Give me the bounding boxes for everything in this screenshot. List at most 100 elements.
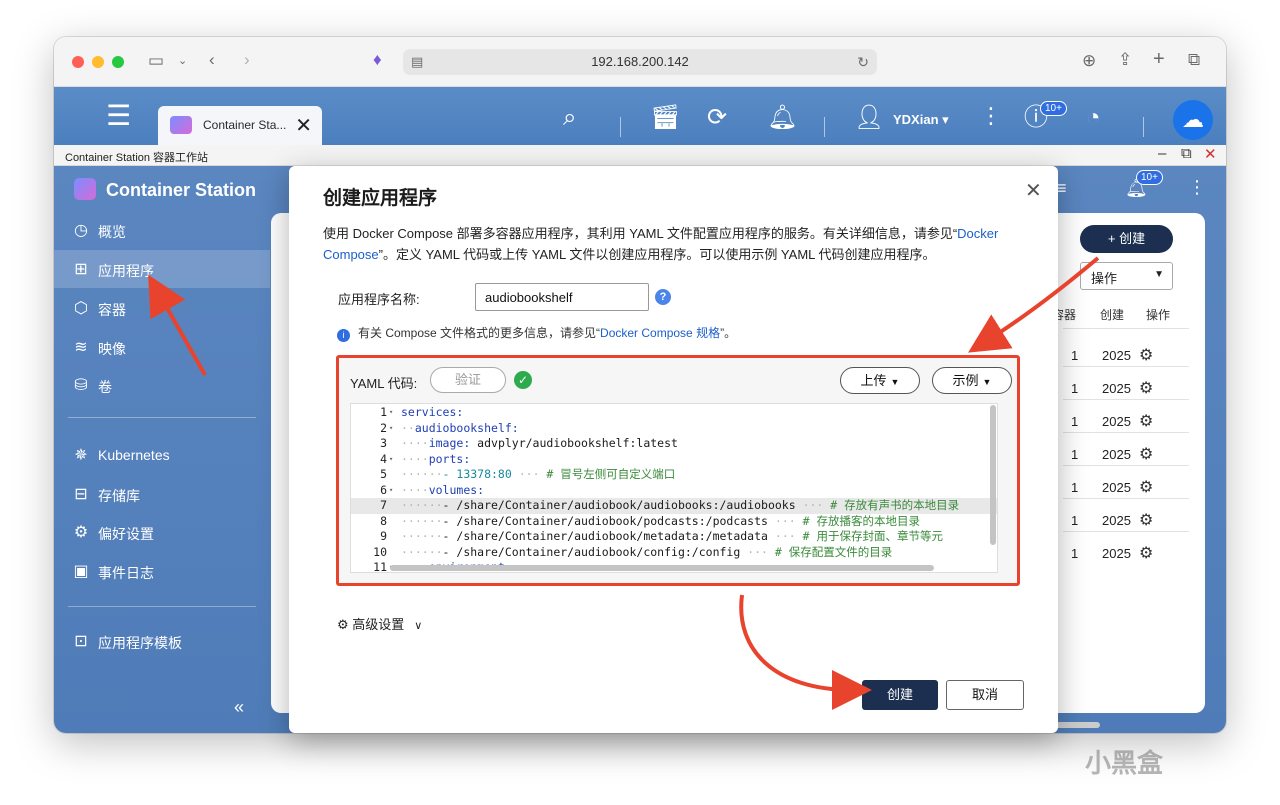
sidebar-item-event-log[interactable]: ▣ 事件日志	[54, 552, 270, 590]
gear-icon[interactable]: ⚙	[1139, 345, 1153, 365]
apps-icon: ⊞	[74, 261, 88, 278]
qts-top-bar: ☰ Container Sta... ✕ ⌕ 🎬︎ ⟳ 🔔︎ 👤︎ YDXian…	[54, 87, 1226, 145]
layers-icon: ≋	[74, 339, 88, 356]
more-vertical-icon[interactable]: ⋮	[1188, 177, 1206, 198]
reload-icon[interactable]: ↻	[857, 52, 869, 72]
dialog-close-icon[interactable]: ✕	[1025, 178, 1042, 203]
cell-containers: 1	[1071, 546, 1079, 561]
chevron-down-icon[interactable]: ⌄	[178, 51, 187, 71]
gear-icon[interactable]: ⚙	[1139, 477, 1153, 497]
sidebar-item-images[interactable]: ≋ 映像	[54, 328, 270, 366]
safari-toolbar: ▭ ⌄ ‹ › ♦ ▤ 192.168.200.142 ↻ ⊕ ⇪ + ⧉	[54, 37, 1226, 87]
dialog-title: 创建应用程序	[323, 188, 438, 209]
bell-icon[interactable]: 🔔︎	[767, 105, 797, 131]
cell-created: 2025	[1102, 480, 1131, 495]
more-vertical-icon[interactable]: ⋮	[980, 103, 1002, 129]
sync-icon[interactable]: ⟳	[707, 105, 727, 131]
help-icon[interactable]: ?	[655, 289, 671, 305]
advanced-settings-toggle[interactable]: ⚙ 高级设置 ∨	[337, 614, 422, 633]
column-header-created[interactable]: 创建	[1100, 306, 1124, 323]
restore-icon[interactable]: ⧉	[1181, 145, 1192, 162]
info-text: 有关 Compose 文件格式的更多信息，请参见“	[358, 326, 601, 340]
sidebar-item-label: 应用程序	[98, 263, 154, 279]
volume-icon: ⛁	[74, 377, 88, 394]
gear-icon[interactable]: ⚙	[1139, 543, 1153, 563]
user-name-text: YDXian	[893, 112, 939, 127]
divider	[68, 606, 256, 607]
cell-created: 2025	[1102, 381, 1131, 396]
separator	[620, 117, 621, 137]
watermark-logo: 小黑盒	[1085, 743, 1163, 780]
minimize-icon[interactable]: –	[1158, 145, 1166, 162]
new-tab-icon[interactable]: +	[1153, 49, 1165, 69]
user-name[interactable]: YDXian ▾	[893, 112, 949, 128]
create-button[interactable]: 创建	[862, 680, 938, 710]
compose-spec-link[interactable]: Docker Compose 规格	[600, 326, 720, 340]
notification-badge: 10+	[1040, 101, 1067, 116]
cell-containers: 1	[1071, 513, 1079, 528]
tab-container-station[interactable]: Container Sta... ✕	[158, 106, 322, 145]
sidebar-item-app-templates[interactable]: ⊡ 应用程序模板	[54, 622, 270, 660]
minimize-window-button[interactable]	[92, 56, 104, 68]
tab-overview-icon[interactable]: ⧉	[1188, 50, 1200, 70]
description-text: 使用 Docker Compose 部署多容器应用程序，其利用 YAML 文件配…	[323, 226, 958, 241]
sidebar-toggle-icon[interactable]: ▭	[148, 51, 164, 71]
gear-icon[interactable]: ⚙	[1139, 444, 1153, 464]
gear-icon[interactable]: ⚙	[1139, 411, 1153, 431]
cell-created: 2025	[1102, 513, 1131, 528]
container-icon: ⬡	[74, 300, 88, 317]
gear-icon[interactable]: ⚙	[1139, 378, 1153, 398]
action-select[interactable]: 操作 ▼	[1080, 262, 1173, 290]
sidebar-item-label: 存储库	[98, 488, 140, 504]
zoom-window-button[interactable]	[112, 56, 124, 68]
cell-created: 2025	[1102, 348, 1131, 363]
sidebar-item-applications[interactable]: ⊞ 应用程序	[54, 250, 270, 288]
cell-containers: 1	[1071, 348, 1079, 363]
close-icon[interactable]: ✕	[1204, 145, 1217, 163]
back-icon[interactable]: ‹	[209, 50, 215, 70]
sidebar-item-volumes[interactable]: ⛁ 卷	[54, 366, 270, 404]
collapse-sidebar-icon[interactable]: «	[234, 697, 244, 718]
table-divider	[1063, 399, 1189, 400]
sidebar-item-preferences[interactable]: ⚙ 偏好设置	[54, 513, 270, 551]
cancel-button[interactable]: 取消	[946, 680, 1024, 710]
registry-icon: ⊟	[74, 486, 88, 503]
create-app-button[interactable]: + 创建	[1080, 225, 1173, 253]
search-icon[interactable]: ⌕	[563, 105, 576, 131]
clapper-icon[interactable]: 🎬︎	[650, 105, 680, 131]
user-avatar-icon[interactable]: 👤︎	[854, 105, 884, 131]
address-bar[interactable]: ▤ 192.168.200.142 ↻	[403, 49, 877, 75]
app-strip-title: Container Station 容器工作站	[65, 152, 209, 164]
annotation-highlight-box	[336, 355, 1020, 586]
close-window-button[interactable]	[72, 56, 84, 68]
dashboard-icon: ◷	[74, 222, 88, 239]
url-text: 192.168.200.142	[591, 54, 689, 69]
resource-monitor-icon[interactable]: ◔	[1086, 105, 1101, 131]
separator	[824, 117, 825, 137]
gear-icon: ⚙	[337, 617, 349, 632]
menu-icon[interactable]: ☰	[106, 102, 131, 130]
sidebar-item-overview[interactable]: ◷ 概览	[54, 211, 270, 249]
action-select-value: 操作	[1091, 271, 1118, 286]
download-icon[interactable]: ⊕	[1082, 51, 1096, 71]
cell-created: 2025	[1102, 447, 1131, 462]
tab-label: Container Sta...	[203, 118, 287, 132]
sidebar-item-registry[interactable]: ⊟ 存储库	[54, 475, 270, 513]
cell-containers: 1	[1071, 480, 1079, 495]
extension-icon[interactable]: ♦	[373, 50, 382, 70]
app-name-input[interactable]	[475, 283, 649, 311]
tab-close-icon[interactable]: ✕	[295, 113, 312, 138]
sidebar-item-containers[interactable]: ⬡ 容器	[54, 289, 270, 327]
info-text: ”。	[720, 326, 737, 340]
forward-icon[interactable]: ›	[244, 50, 250, 70]
sidebar-item-kubernetes[interactable]: ✵ Kubernetes	[54, 436, 270, 474]
sidebar-item-label: 映像	[98, 341, 126, 357]
create-app-dialog: 创建应用程序 ✕ 使用 Docker Compose 部署多容器应用程序，其利用…	[289, 166, 1058, 733]
table-divider	[1063, 432, 1189, 433]
chevron-down-icon: ▼	[1154, 269, 1164, 280]
gear-icon[interactable]: ⚙	[1139, 510, 1153, 530]
cloud-icon[interactable]: ☁	[1173, 100, 1213, 140]
share-icon[interactable]: ⇪	[1118, 50, 1132, 70]
table-divider	[1063, 498, 1189, 499]
template-icon: ⊡	[74, 633, 88, 650]
